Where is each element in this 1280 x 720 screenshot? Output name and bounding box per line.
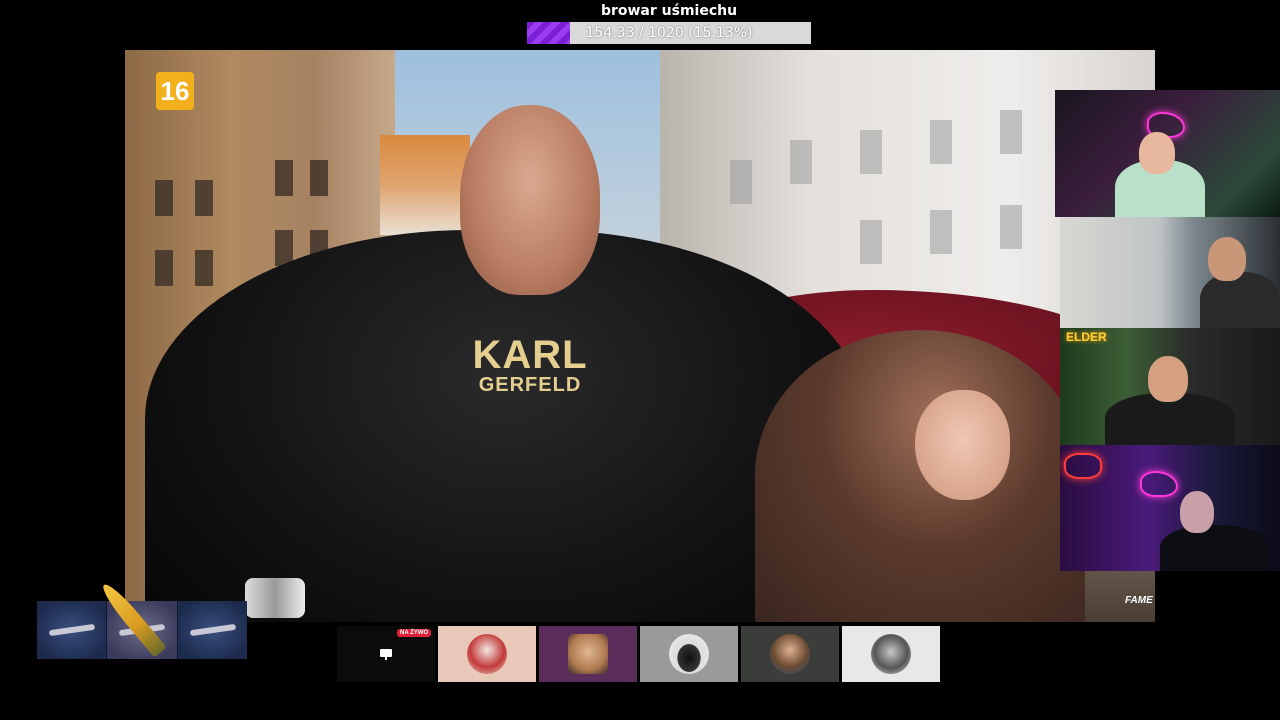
avatar: [669, 634, 709, 674]
shirt-print: KARL GERFELD: [465, 335, 595, 395]
shirt-print-line2: GERFELD: [478, 374, 582, 396]
neon-light: [1064, 453, 1102, 479]
age-rating-badge: 16: [156, 72, 194, 110]
rifle-icon: [189, 623, 236, 637]
webcam-streamer-2[interactable]: [1060, 217, 1280, 328]
webcam-streamer-3[interactable]: ELDER: [1060, 328, 1280, 445]
shirt-print-line1: KARL: [472, 333, 588, 377]
rifle-icon: [48, 623, 96, 637]
fame-logo: FAME: [1125, 595, 1153, 606]
avatar: [770, 634, 810, 674]
streamer-body: [1160, 525, 1270, 571]
main-video[interactable]: KARL GERFELD 16 FAME: [125, 50, 1155, 622]
monitor-icon: [380, 649, 392, 660]
streamer-face: [1148, 356, 1188, 402]
girl-in-brown-jacket: [755, 330, 1085, 622]
stream-tab-bar: NA ŻYWO: [337, 626, 940, 682]
man-head: [460, 105, 600, 295]
neon-light: [1140, 471, 1178, 497]
streamer-face: [1139, 132, 1175, 174]
girl-face: [915, 390, 1010, 500]
streamer-face: [1208, 237, 1246, 281]
avatar: [467, 634, 507, 674]
avatar: [568, 634, 608, 674]
webcam-streamer-4[interactable]: [1060, 445, 1280, 571]
neon-sign: ELDER: [1066, 330, 1107, 344]
background-rooftop: [380, 135, 470, 235]
tab-streamer-4[interactable]: [741, 626, 839, 682]
skin-card: [37, 601, 108, 659]
tab-streamer-2[interactable]: [539, 626, 637, 682]
goal-progress-text: 154.33 / 1020 (15.13%): [585, 25, 753, 41]
live-badge: NA ŻYWO: [397, 629, 432, 637]
goal-title: browar uśmiechu: [600, 3, 738, 19]
wrist-watch: [245, 578, 305, 618]
streamer-body: [1200, 272, 1280, 328]
webcam-streamer-1[interactable]: [1055, 90, 1280, 217]
avatar: [871, 634, 911, 674]
goal-progress-bar: 154.33 / 1020 (15.13%): [527, 22, 811, 44]
tab-streamer-3[interactable]: [640, 626, 738, 682]
tab-live-stream[interactable]: NA ŻYWO: [337, 626, 435, 682]
tab-streamer-1[interactable]: [438, 626, 536, 682]
skin-card: [177, 601, 247, 659]
streamer-face: [1180, 491, 1214, 533]
tab-streamer-5[interactable]: [842, 626, 940, 682]
